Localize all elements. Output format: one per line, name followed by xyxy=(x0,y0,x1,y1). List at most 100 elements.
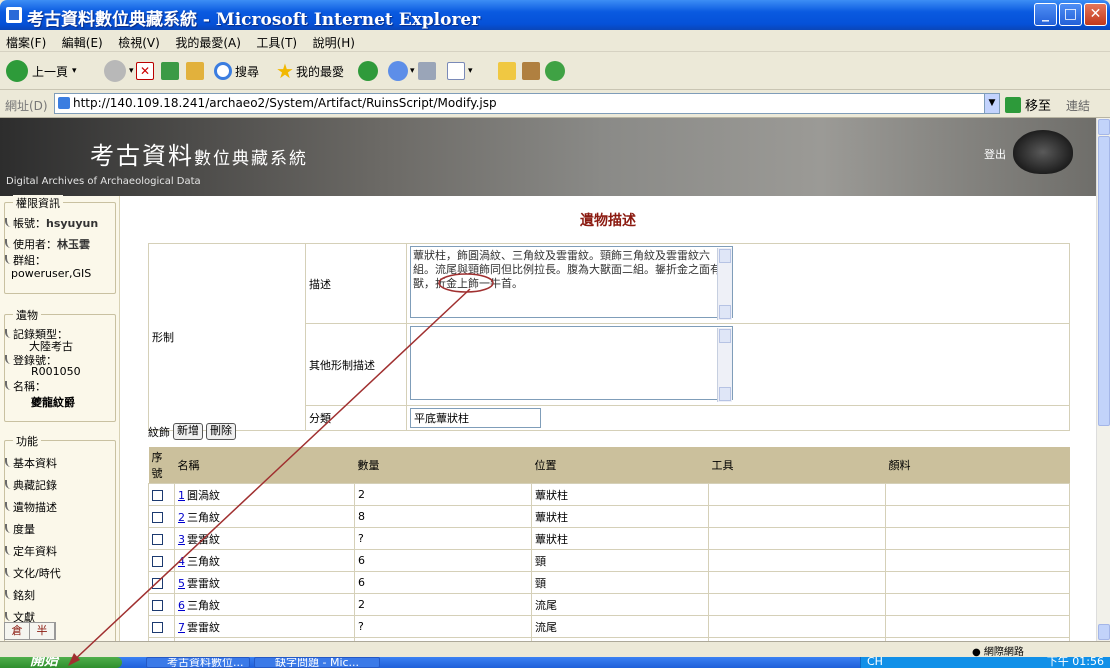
sidebar-item-label: 銘刻 xyxy=(13,589,35,602)
scroll-up-icon[interactable] xyxy=(719,249,731,263)
decor-name: 三角紋 xyxy=(187,598,220,612)
favorites-button[interactable]: ★ 我的最愛 xyxy=(276,59,344,83)
task-ie[interactable]: 考古資料數位... xyxy=(146,657,250,668)
back-dropdown-icon[interactable]: ▾ xyxy=(72,66,77,76)
delete-decor-button[interactable]: 刪除 xyxy=(206,423,236,440)
row-number-link[interactable]: 1 xyxy=(178,489,185,502)
row-number-link[interactable]: 2 xyxy=(178,511,185,524)
ime-width[interactable]: 半 xyxy=(30,623,55,639)
add-decor-button[interactable]: 新增 xyxy=(173,423,203,440)
tool-cell xyxy=(708,593,886,616)
pos-cell: 蕈狀柱 xyxy=(531,483,709,506)
minimize-button[interactable]: _ xyxy=(1034,3,1057,26)
site-title-main: 考古資料 xyxy=(90,142,194,170)
edit-button[interactable]: ▾ xyxy=(447,59,473,83)
stop-button[interactable]: ✕ xyxy=(136,59,154,83)
maximize-button[interactable]: □ xyxy=(1059,3,1082,26)
clock: 下午 01:56 xyxy=(1046,657,1104,668)
menu-file[interactable]: 檔案(F) xyxy=(0,30,52,51)
sidebar-item-inscription[interactable]: 銘刻 xyxy=(5,587,35,603)
research-button[interactable] xyxy=(522,59,540,83)
scroll-up-icon[interactable] xyxy=(1098,119,1110,135)
leaf-icon xyxy=(5,546,12,555)
messenger-button[interactable] xyxy=(545,59,565,83)
logout-link[interactable]: 登出 xyxy=(984,146,1006,162)
menu-edit[interactable]: 編輯(E) xyxy=(56,30,109,51)
row-checkbox[interactable] xyxy=(152,599,163,611)
scroll-down-icon[interactable] xyxy=(1098,624,1110,640)
row-number-link[interactable]: 4 xyxy=(178,555,185,568)
tool-cell xyxy=(708,505,886,528)
print-button[interactable] xyxy=(418,59,436,83)
page-scrollbar[interactable] xyxy=(1096,118,1110,641)
edit-dropdown-icon[interactable]: ▾ xyxy=(468,66,473,76)
scroll-thumb[interactable] xyxy=(1098,136,1110,426)
address-label: 網址(D) xyxy=(5,99,48,113)
class-input[interactable] xyxy=(410,408,541,428)
pos-cell: 頸 xyxy=(531,549,709,572)
sidebar-item-description[interactable]: 遺物描述 xyxy=(5,499,57,515)
task-word[interactable]: 缺字問題 - Mic... xyxy=(254,657,380,668)
refresh-button[interactable] xyxy=(161,59,179,83)
menu-favorites[interactable]: 我的最愛(A) xyxy=(169,30,247,51)
ime-bar[interactable]: 倉 半 xyxy=(4,622,56,640)
other-scrollbar[interactable] xyxy=(717,328,732,402)
history-button[interactable] xyxy=(358,59,378,83)
menu-help[interactable]: 說明(H) xyxy=(307,30,361,51)
sidebar-item-basic[interactable]: 基本資料 xyxy=(5,455,57,471)
mail-icon xyxy=(388,61,408,81)
address-input[interactable]: http://140.109.18.241/archaeo2/System/Ar… xyxy=(54,93,1000,114)
desc-scrollbar[interactable] xyxy=(717,248,732,320)
start-button[interactable]: 開始 xyxy=(0,657,122,668)
links-button[interactable]: 連結 xyxy=(1066,97,1090,114)
row-checkbox[interactable] xyxy=(152,577,163,589)
decor-name: 雲雷紋 xyxy=(187,620,220,634)
desc-textarea[interactable]: 蕈狀柱，飾圓渦紋、三角紋及雲雷紋。頸飾三角紋及雲雷紋六組。流尾與頸飾同但比例拉長… xyxy=(410,246,733,318)
desc-label: 描述 xyxy=(305,243,407,324)
row-number-link[interactable]: 3 xyxy=(178,533,185,546)
scroll-up-icon[interactable] xyxy=(719,329,731,343)
mail-dropdown-icon[interactable]: ▾ xyxy=(410,66,415,76)
sidebar-item-dating[interactable]: 定年資料 xyxy=(5,543,57,559)
other-textarea[interactable] xyxy=(410,326,733,400)
address-dropdown-icon[interactable]: ▼ xyxy=(984,94,999,113)
go-button[interactable]: 移至 xyxy=(1005,95,1051,114)
row-number-link[interactable]: 7 xyxy=(178,621,185,634)
scroll-down-icon[interactable] xyxy=(719,305,731,319)
site-title: 考古資料數位典藏系統 xyxy=(90,136,308,171)
window-title-bar[interactable]: 考古資料數位典藏系統 - Microsoft Internet Explorer… xyxy=(0,0,1110,30)
reg-value: R001050 xyxy=(31,365,81,378)
row-checkbox[interactable] xyxy=(152,511,163,523)
decor-header-row: 序號 名稱 數量 位置 工具 顏料 xyxy=(148,447,1070,484)
ime-mode[interactable]: 倉 xyxy=(5,623,30,639)
mail-button[interactable]: ▾ xyxy=(388,59,415,83)
sidebar-item-measure[interactable]: 度量 xyxy=(5,521,35,537)
menu-bar: 檔案(F) 編輯(E) 檢視(V) 我的最愛(A) 工具(T) 說明(H) xyxy=(0,30,1110,52)
name-cell: 3 雲雷紋 xyxy=(174,527,355,550)
forward-dropdown-icon[interactable]: ▾ xyxy=(129,66,134,76)
pigment-cell xyxy=(885,483,1070,506)
menu-tools[interactable]: 工具(T) xyxy=(250,30,303,51)
bronze-vessel-logo xyxy=(1013,130,1073,174)
row-checkbox[interactable] xyxy=(152,621,163,633)
lang-indicator[interactable]: CH xyxy=(867,657,883,668)
row-number-link[interactable]: 5 xyxy=(178,577,185,590)
row-number-link[interactable]: 6 xyxy=(178,599,185,612)
row-checkbox[interactable] xyxy=(152,533,163,545)
scroll-down-icon[interactable] xyxy=(719,387,731,401)
home-button[interactable] xyxy=(186,59,204,83)
row-checkbox[interactable] xyxy=(152,489,163,501)
search-button[interactable]: 搜尋 xyxy=(214,59,259,83)
folder-button[interactable] xyxy=(498,59,516,83)
sidebar-item-label: 基本資料 xyxy=(13,457,57,470)
close-button[interactable]: ✕ xyxy=(1084,3,1107,26)
sidebar-item-culture[interactable]: 文化/時代 xyxy=(5,565,61,581)
system-tray: CH 下午 01:56 xyxy=(860,657,1110,668)
forward-button[interactable]: ▾ xyxy=(104,59,134,83)
account-value: hsyuyun xyxy=(46,217,99,230)
leaf-icon xyxy=(5,381,12,390)
sidebar-item-collection[interactable]: 典藏記錄 xyxy=(5,477,57,493)
menu-view[interactable]: 檢視(V) xyxy=(112,30,166,51)
back-button[interactable]: 上一頁 ▾ xyxy=(6,59,77,83)
row-checkbox[interactable] xyxy=(152,555,163,567)
